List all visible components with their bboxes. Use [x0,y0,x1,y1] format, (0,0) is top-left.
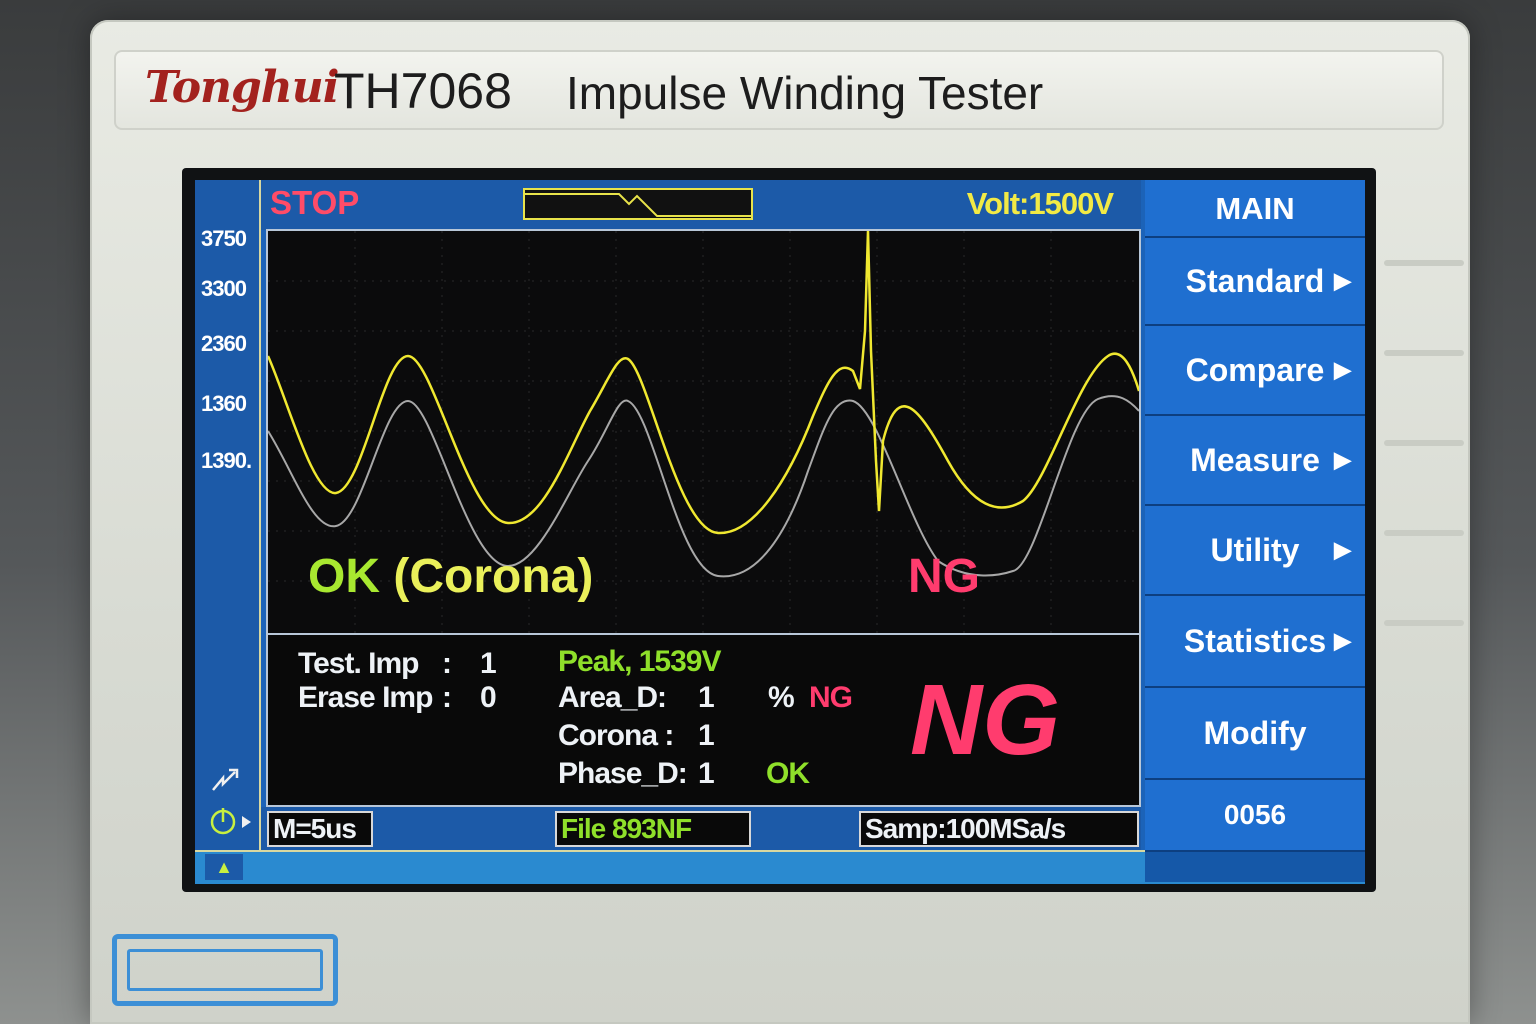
area-label: Area_D: [558,681,667,714]
voltage-readout: Volt:1500V [966,186,1114,221]
y-axis-label: 3750 [201,226,247,251]
menu-item-label: Modify [1203,715,1307,751]
overall-result: NG [910,664,1060,776]
test-imp-value: 1 [480,647,497,680]
menu-item-utility[interactable]: Utility ▶ [1145,506,1365,596]
lcd-screen: 3750 3300 2360 1360 1390. STOP Volt:1500… [195,180,1365,884]
menu-counter: 0056 [1145,780,1365,852]
file-readout[interactable]: File 893NF [555,811,751,847]
area-status: NG [809,681,853,714]
product-name: Impulse Winding Tester [566,67,1044,119]
y-axis-label: 3300 [201,276,247,301]
menu-item-compare[interactable]: Compare ▶ [1145,326,1365,416]
run-state: STOP [270,184,360,221]
triangle-right-icon: ▶ [1334,268,1351,293]
y-axis-label: 1390. [201,448,252,473]
menu-item-modify[interactable]: Modify [1145,688,1365,780]
waveform-plot: OK (Corona) NG [266,229,1141,635]
menu-item-statistics[interactable]: Statistics ▶ [1145,596,1365,688]
soft-key-menu: MAIN Standard ▶ Compare ▶ Measure ▶ Util… [1145,180,1365,882]
phase-label: Phase_D: [558,757,688,790]
triangle-right-icon: ▶ [1334,537,1351,562]
erase-imp-separator: : [442,681,452,714]
triangle-right-icon: ▶ [1334,357,1351,382]
menu-item-label: Measure [1190,442,1320,478]
hand-pointer-icon[interactable] [209,764,243,801]
model-name: TH7068 [334,63,512,119]
timebase-readout[interactable]: M=5us [267,811,373,847]
ok-corona-label: OK (Corona) [308,549,593,604]
menu-item-measure[interactable]: Measure ▶ [1145,416,1365,506]
peak-readout: Peak, 1539V [558,645,721,678]
rotary-knob-slot[interactable] [112,934,338,1006]
corona-value: 1 [698,719,715,752]
test-imp-label: Test. Imp [298,647,419,680]
phase-value: 1 [698,757,715,790]
corona-readout-label: Corona : [558,719,674,752]
menu-title: MAIN [1145,180,1365,238]
side-ridges [1384,260,1464,680]
brand-logo: Tonghui [145,62,339,113]
area-unit: % [768,681,795,714]
corona-label: (Corona) [393,550,594,603]
area-value: 1 [698,681,715,714]
status-bar: STOP Volt:1500V [261,180,1141,230]
erase-imp-label: Erase Imp [298,681,433,714]
menu-item-label: Statistics [1183,623,1327,659]
mini-waveform-preview [523,188,753,220]
triangle-right-icon: ▶ [1334,447,1351,472]
test-imp-separator: : [442,647,452,680]
ok-label: OK [308,550,380,603]
usb-icon[interactable]: ▲ [205,854,243,880]
ng-plot-label: NG [908,550,980,603]
y-axis-label: 2360 [201,331,247,356]
triangle-right-icon: ▶ [1334,628,1351,653]
bottom-status-bar: M=5us File 893NF Samp:100MSa/s [261,807,1141,850]
menu-item-label: Utility [1210,532,1300,568]
menu-item-label: Compare [1185,352,1325,388]
power-icon[interactable] [209,804,257,845]
sampling-readout: Samp:100MSa/s [859,811,1139,847]
erase-imp-value: 0 [480,681,497,714]
phase-status: OK [766,757,810,790]
menu-item-standard[interactable]: Standard ▶ [1145,238,1365,326]
menu-item-label: Standard [1185,263,1325,299]
y-axis-strip: 3750 3300 2360 1360 1390. [195,180,261,850]
y-axis-label: 1360 [201,391,247,416]
results-panel: Test. Imp : 1 Erase Imp : 0 Peak, 1539V … [266,635,1141,807]
